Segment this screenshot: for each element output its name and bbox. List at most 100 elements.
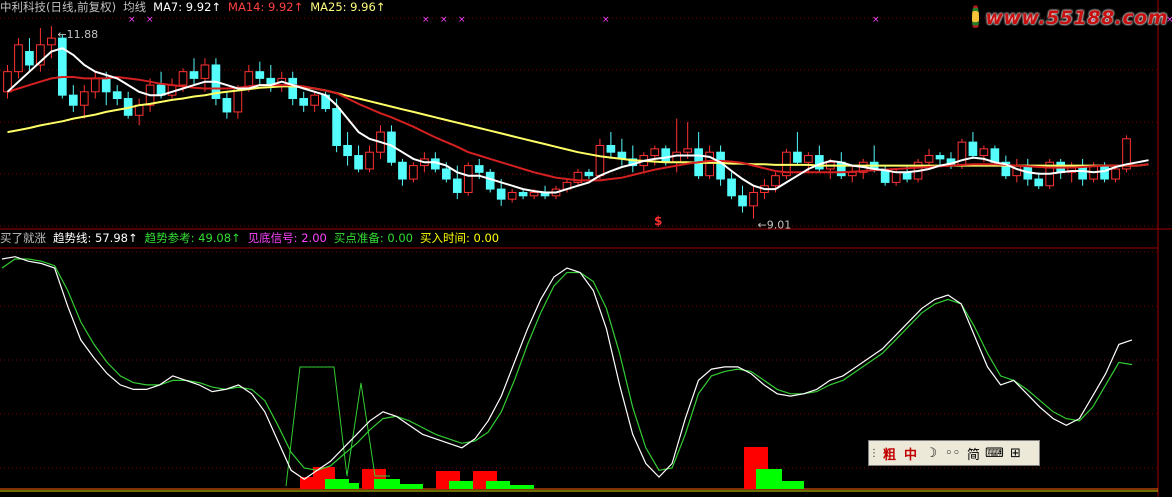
candle-up	[463, 165, 473, 193]
candle-down	[727, 178, 736, 197]
candle-down	[288, 77, 298, 100]
indicator-legend-item-4: 买点准备: 0.00	[333, 231, 413, 245]
signal-bar-green	[449, 481, 473, 489]
signal-x-marker: ×	[458, 15, 466, 25]
candle-down	[738, 195, 747, 207]
price-legend-item-0: 中利科技(日线,前复权)	[0, 0, 117, 14]
signal-x-marker: ×	[422, 15, 430, 25]
candle-down	[606, 144, 616, 153]
signal-bar-green	[756, 469, 782, 489]
candle-down	[58, 37, 67, 96]
price-legend-item-2: MA7: 9.92↑	[153, 0, 222, 14]
ime-item-3[interactable]: ☽	[921, 446, 942, 461]
candle-up	[507, 191, 517, 200]
candle-down	[584, 171, 594, 177]
ime-toolbar[interactable]: ⋮ 粗中 ☽ ◦◦ 简 ⌨ ⊞	[868, 440, 1040, 466]
candle-up	[771, 175, 780, 187]
candle-up	[979, 148, 989, 157]
signal-bar-green	[374, 479, 400, 489]
candle-down	[1034, 178, 1044, 187]
candle-up	[650, 148, 660, 157]
candle-down	[452, 178, 462, 193]
signal-x-marker: ×	[602, 15, 610, 25]
site-watermark: www.55188.com	[972, 2, 1168, 34]
candle-down	[189, 71, 199, 79]
price-legend: 中利科技(日线,前复权) 均线 MA7: 9.92↑ MA14: 9.92↑ MA25:…	[0, 0, 392, 14]
candle-up	[924, 155, 934, 163]
candle-down	[793, 151, 802, 163]
candle-down	[836, 161, 846, 177]
candle-down	[661, 148, 671, 163]
ime-item-0[interactable]: ⋮	[869, 448, 879, 459]
candle-up	[1111, 168, 1120, 180]
candle-down	[814, 155, 824, 170]
ime-item-4[interactable]: ◦◦	[942, 446, 963, 461]
indicator-legend-item-2: 趋势参考: 49.08↑	[144, 231, 241, 245]
candle-down	[902, 171, 912, 180]
site-logo-icon	[972, 4, 980, 32]
candle-up	[178, 71, 188, 86]
ma14-line	[7, 75, 1149, 182]
candle-down	[255, 71, 265, 79]
ime-item-1[interactable]: 粗	[879, 444, 900, 463]
candle-up	[409, 165, 418, 180]
indicator-legend-item-1: 趋势线: 57.98↑	[53, 231, 138, 245]
candle-up	[90, 77, 100, 93]
candle-up	[233, 87, 243, 113]
candle-down	[398, 161, 407, 180]
signal-bar-green	[337, 483, 359, 489]
candle-up	[365, 151, 374, 170]
candle-up	[595, 144, 605, 177]
candle-down	[935, 155, 945, 160]
signal-bar-green	[486, 481, 510, 489]
signal-marker: $	[654, 214, 662, 228]
indicator-legend: 买了就涨 趋势线: 57.98↑ 趋势参考: 49.08↑ 见底信号: 2.00 买点准…	[0, 231, 506, 245]
signal-x-marker: ×	[872, 15, 880, 25]
candle-down	[968, 141, 978, 157]
signal-bar-green	[780, 481, 804, 489]
candle-down	[222, 98, 232, 113]
ime-item-6[interactable]: ⌨	[984, 446, 1005, 461]
candle-down	[441, 168, 451, 180]
candle-down	[112, 91, 122, 100]
chart-canvas: ←11.88←9.01$×××××××××××	[0, 0, 1172, 497]
candle-down	[101, 77, 111, 93]
candle-down	[299, 98, 309, 106]
candle-down	[354, 155, 363, 170]
candle-down	[496, 188, 506, 200]
indicator-legend-item-5: 买入时间: 0.00	[419, 231, 500, 245]
candle-up	[47, 37, 56, 46]
candle-down	[332, 108, 341, 146]
candle-down	[518, 191, 528, 197]
candle-down	[68, 94, 78, 106]
indicator-legend-item-0: 买了就涨	[0, 231, 46, 245]
signal-x-marker: ×	[146, 15, 154, 25]
ime-item-5[interactable]: 简	[963, 444, 984, 463]
candle-down	[990, 148, 1000, 163]
price-legend-item-3: MA14: 9.92↑	[228, 0, 304, 14]
signal-x-marker: ×	[440, 15, 448, 25]
candle-down	[25, 51, 34, 66]
candle-up	[683, 148, 693, 153]
indicator-legend-item-3: 见底信号: 2.00	[247, 231, 327, 245]
price-legend-item-4: MA25: 9.96↑	[310, 0, 386, 14]
candle-up	[529, 191, 539, 197]
ime-item-2[interactable]: 中	[900, 444, 921, 463]
ma25-line	[7, 85, 1149, 167]
trend-reference-line	[1, 258, 1133, 471]
signal-bar-green	[399, 484, 423, 489]
high-price-label: ←11.88	[57, 28, 98, 41]
candle-up	[79, 91, 89, 106]
signal-bar-green	[510, 485, 534, 489]
signal-x-marker: ×	[128, 15, 136, 25]
candle-down	[474, 165, 484, 173]
candle-up	[310, 94, 320, 106]
low-price-label: ←9.01	[758, 219, 792, 232]
ime-item-7[interactable]: ⊞	[1005, 446, 1026, 461]
candle-up	[200, 64, 210, 79]
candle-up	[672, 151, 682, 163]
candle-up	[749, 191, 758, 207]
candle-down	[343, 144, 352, 157]
candle-up	[14, 44, 23, 73]
watermark-text: www.55188.com	[985, 7, 1168, 29]
